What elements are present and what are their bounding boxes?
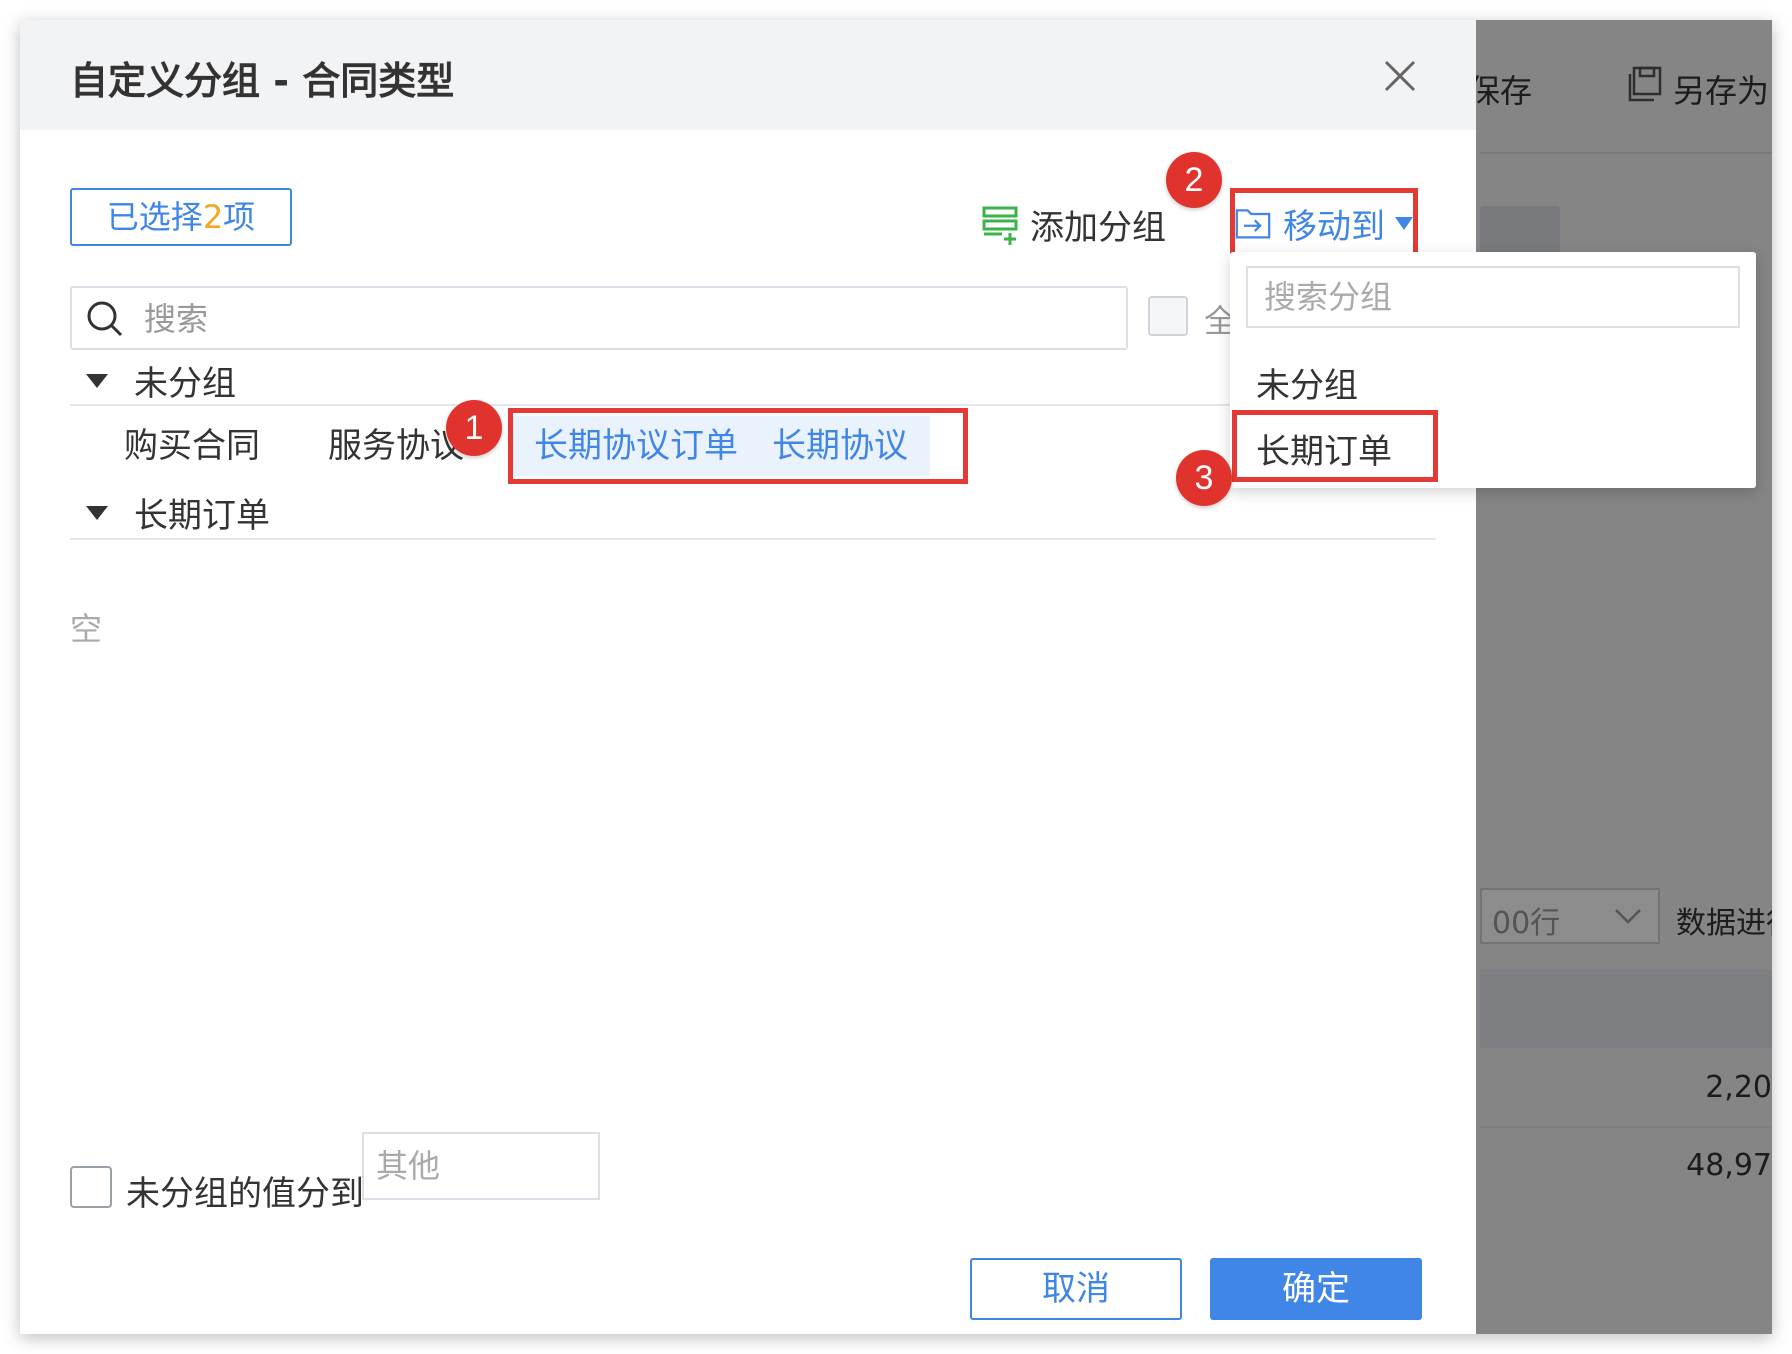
empty-text: 空 [70, 610, 103, 648]
custom-group-dialog: 自定义分组 - 合同类型 已选择2项 添加分组 移动到 搜索 全 未分组 购买合… [20, 20, 1476, 1334]
annotation-badge-2: 2 [1166, 152, 1222, 208]
dialog-title: 自定义分组 - 合同类型 [70, 59, 455, 103]
group-header-ungrouped[interactable]: 未分组 [86, 356, 236, 405]
annotation-badge-1: 1 [446, 400, 502, 456]
move-to-button[interactable]: 移动到 [1230, 188, 1418, 258]
move-to-dropdown: 未分组 长期订单 [1230, 252, 1756, 488]
group-search-input[interactable] [1246, 266, 1740, 328]
selected-count-button[interactable]: 已选择2项 [70, 188, 292, 246]
selected-suffix: 项 [223, 198, 256, 236]
move-to-label: 移动到 [1283, 206, 1385, 247]
search-input[interactable] [142, 294, 1046, 344]
search-icon [87, 301, 123, 337]
ungrouped-checkbox[interactable] [70, 1166, 112, 1208]
selected-count: 2 [202, 198, 224, 236]
annotation-badge-3: 3 [1176, 450, 1232, 506]
select-all-checkbox[interactable] [1148, 296, 1188, 336]
move-folder-icon [1235, 209, 1271, 239]
ok-button[interactable]: 确定 [1210, 1258, 1422, 1320]
group-name: 未分组 [134, 364, 236, 404]
list-item[interactable]: 服务协议 [328, 416, 464, 476]
add-group-button[interactable]: 添加分组 [982, 200, 1166, 249]
dropdown-option-ungrouped[interactable]: 未分组 [1256, 358, 1358, 407]
add-group-icon [982, 206, 1018, 245]
group-name: 长期订单 [134, 496, 270, 536]
cancel-button[interactable]: 取消 [970, 1258, 1182, 1320]
dialog-header: 自定义分组 - 合同类型 [20, 20, 1476, 130]
add-group-label: 添加分组 [1030, 208, 1166, 248]
selected-prefix: 已选择 [106, 198, 203, 236]
caret-down-icon [1395, 216, 1413, 230]
group-header-long-term[interactable]: 长期订单 [86, 488, 270, 537]
annotation-highlight-selected-items [508, 408, 968, 484]
search-box [70, 286, 1128, 350]
screenshot-frame: 保存 另存为 00行 数据进行 2,20 48,97 自定义分组 - 合同类型 [20, 20, 1772, 1334]
list-item[interactable]: 购买合同 [124, 416, 260, 476]
collapse-triangle-icon [86, 373, 108, 388]
annotation-highlight-option [1232, 410, 1438, 482]
group-divider [70, 538, 1436, 540]
collapse-triangle-icon [86, 505, 108, 520]
close-icon[interactable] [1382, 58, 1418, 94]
ungrouped-label: 未分组的值分到 [126, 1174, 364, 1214]
ungrouped-target-input[interactable] [362, 1132, 600, 1200]
